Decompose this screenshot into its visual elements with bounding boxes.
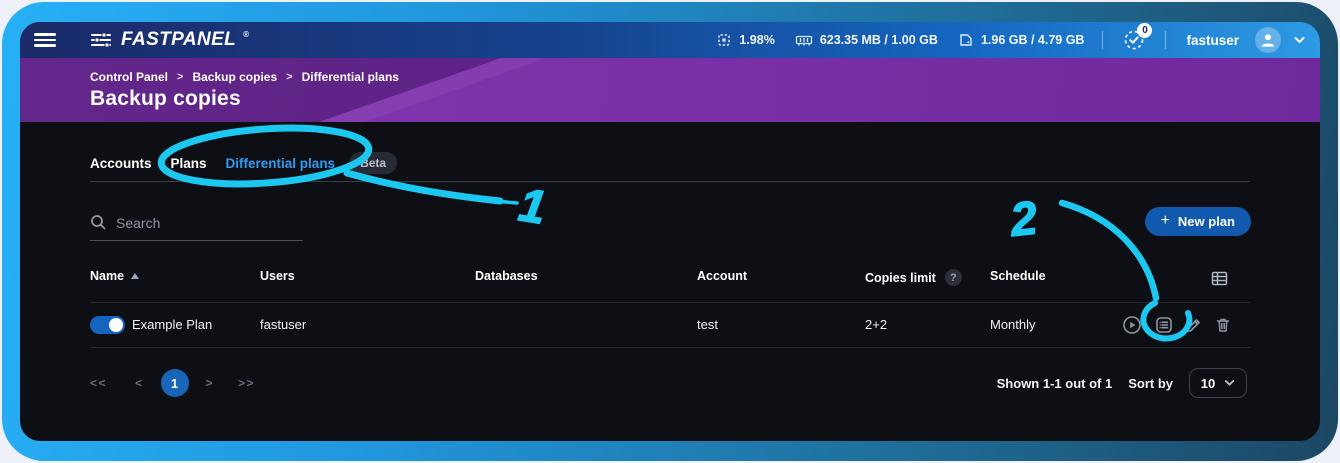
plus-icon: + xyxy=(1161,212,1170,230)
breadcrumb-separator: > xyxy=(286,71,292,83)
search-input[interactable] xyxy=(116,215,303,231)
new-plan-button[interactable]: + New plan xyxy=(1145,207,1251,236)
sort-ascending-icon xyxy=(131,273,139,279)
copies-limit-label: Copies limit xyxy=(865,271,936,285)
cpu-usage-value: 1.98% xyxy=(739,33,774,47)
pagination-next-button[interactable]: > xyxy=(206,376,215,390)
cpu-usage-stat: 1.98% xyxy=(716,32,774,48)
row-divider xyxy=(90,302,1250,303)
cpu-icon xyxy=(716,32,732,48)
sort-by-label: Sort by xyxy=(1128,376,1173,391)
cell-users: fastuser xyxy=(260,317,306,332)
cell-account: test xyxy=(697,317,718,332)
fastpanel-logo[interactable]: FASTPANEL ® xyxy=(90,31,249,49)
tab-accounts[interactable]: Accounts xyxy=(90,156,152,171)
cell-schedule: Monthly xyxy=(990,317,1036,332)
column-header-schedule: Schedule xyxy=(990,269,1046,283)
beta-badge: Beta xyxy=(349,152,397,174)
column-header-name-label: Name xyxy=(90,269,124,283)
column-header-users: Users xyxy=(260,269,295,283)
tasks-count-badge: 0 xyxy=(1137,23,1152,38)
user-avatar[interactable] xyxy=(1255,27,1281,53)
row-divider xyxy=(90,347,1250,348)
cell-copies-limit: 2+2 xyxy=(865,317,887,332)
column-header-account: Account xyxy=(697,269,747,283)
pagination-prev-button[interactable]: < xyxy=(135,376,144,390)
pagination-last-button[interactable]: >> xyxy=(238,376,255,390)
pagination-first-button[interactable]: << xyxy=(90,376,107,390)
hamburger-menu-icon[interactable] xyxy=(34,33,56,47)
plan-enabled-toggle[interactable] xyxy=(90,316,125,334)
breadcrumb-separator: > xyxy=(177,71,183,83)
disk-usage-stat: 1.96 GB / 4.79 GB xyxy=(958,32,1085,48)
new-plan-label: New plan xyxy=(1178,214,1235,229)
footer-controls: Shown 1-1 out of 1 Sort by 10 xyxy=(997,368,1247,398)
breadcrumb-backup-copies[interactable]: Backup copies xyxy=(192,70,277,84)
topbar-separator xyxy=(1102,31,1103,49)
ram-usage-stat: 623.35 MB / 1.00 GB xyxy=(795,33,938,48)
ram-usage-value: 623.35 MB / 1.00 GB xyxy=(820,33,938,47)
user-menu-chevron-icon[interactable] xyxy=(1293,35,1306,45)
pagination-current-page[interactable]: 1 xyxy=(161,369,189,397)
pagination: << < 1 > >> xyxy=(90,369,255,397)
topbar: FASTPANEL ® 1.98% 623.35 MB / 1.00 xyxy=(20,22,1320,58)
username-label[interactable]: fastuser xyxy=(1186,33,1239,48)
fastpanel-logo-text: FASTPANEL xyxy=(121,31,236,49)
topbar-separator xyxy=(1165,31,1166,49)
column-header-name[interactable]: Name xyxy=(90,269,139,283)
run-plan-play-icon[interactable] xyxy=(1122,315,1142,335)
tabs-row: Accounts Plans Differential plans Beta xyxy=(90,152,397,174)
breadcrumb-differential-plans[interactable]: Differential plans xyxy=(302,70,399,84)
plan-details-list-icon[interactable] xyxy=(1154,315,1174,335)
shown-count-label: Shown 1-1 out of 1 xyxy=(997,376,1113,391)
app-window: FASTPANEL ® 1.98% 623.35 MB / 1.00 xyxy=(20,22,1320,441)
help-icon[interactable]: ? xyxy=(945,269,962,286)
search-icon xyxy=(90,214,107,231)
registered-mark: ® xyxy=(243,30,249,39)
tasks-notifications-button[interactable]: 0 xyxy=(1121,27,1147,53)
search-box xyxy=(90,214,303,241)
disk-icon xyxy=(958,32,974,48)
cell-plan-name: Example Plan xyxy=(132,317,212,332)
select-chevron-down-icon xyxy=(1224,379,1235,387)
ram-icon xyxy=(795,33,813,48)
column-header-copies-limit: Copies limit ? xyxy=(865,269,962,286)
tab-plans[interactable]: Plans xyxy=(171,156,207,171)
edit-plan-pencil-icon[interactable] xyxy=(1184,315,1204,335)
breadcrumb-control-panel[interactable]: Control Panel xyxy=(90,70,168,84)
breadcrumb: Control Panel > Backup copies > Differen… xyxy=(90,70,399,84)
table-columns-settings-icon[interactable] xyxy=(1210,269,1229,288)
column-header-databases: Databases xyxy=(475,269,538,283)
page-header: Control Panel > Backup copies > Differen… xyxy=(20,58,1320,122)
delete-plan-trash-icon[interactable] xyxy=(1213,315,1233,335)
tabs-divider xyxy=(90,181,1250,182)
fastpanel-logo-icon xyxy=(90,31,114,49)
per-page-select[interactable]: 10 xyxy=(1189,368,1247,398)
page-title: Backup copies xyxy=(90,87,241,111)
per-page-value: 10 xyxy=(1201,376,1215,391)
tab-differential-plans[interactable]: Differential plans xyxy=(226,156,336,171)
disk-usage-value: 1.96 GB / 4.79 GB xyxy=(981,33,1085,47)
